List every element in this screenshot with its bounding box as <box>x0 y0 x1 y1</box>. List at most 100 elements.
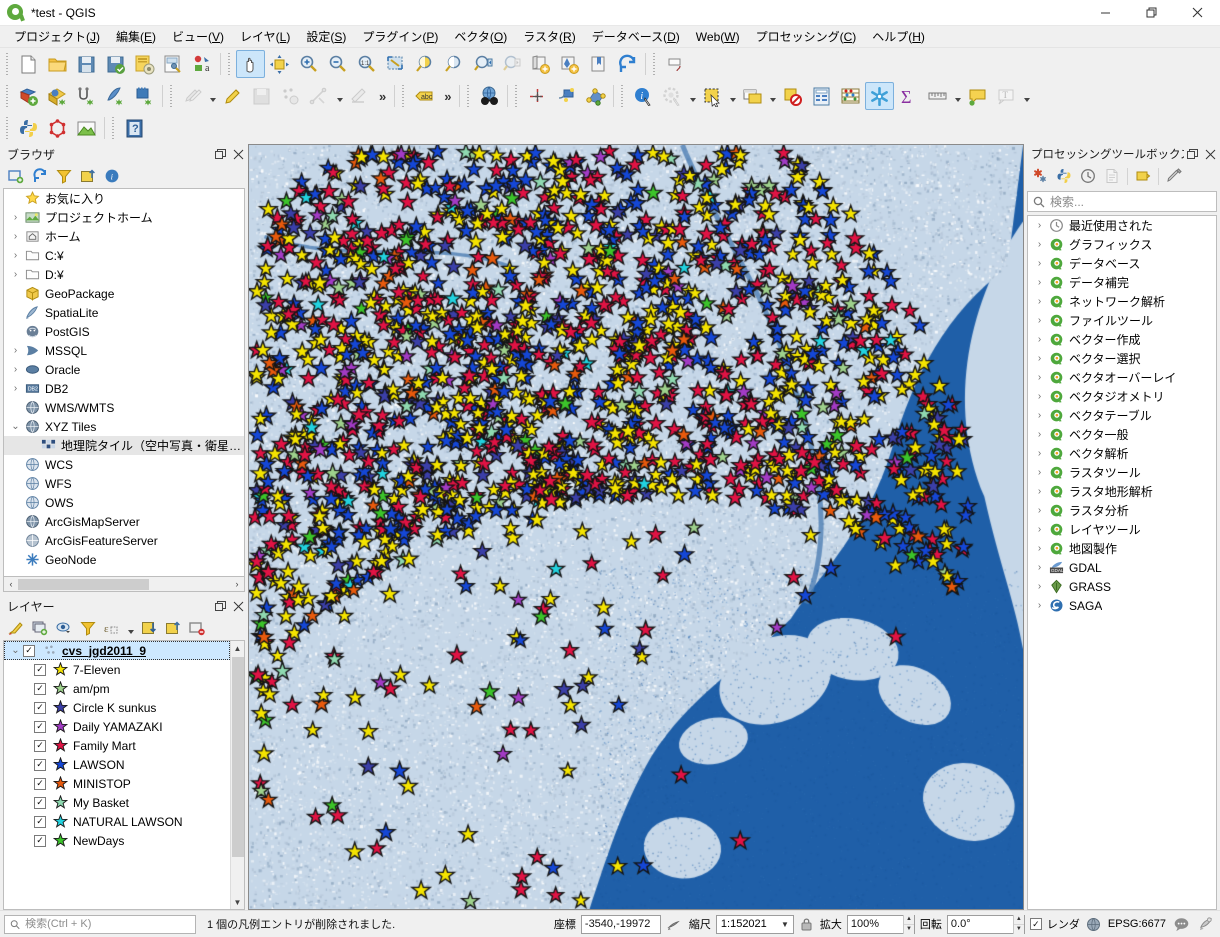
edit-features-in-place-icon[interactable] <box>1163 166 1185 187</box>
expander-icon[interactable]: › <box>1032 353 1047 364</box>
scale-combo[interactable]: 1:152021 ▼ <box>715 914 794 934</box>
toolbar-overflow-button[interactable]: » <box>439 89 456 104</box>
add-group-icon[interactable] <box>29 618 51 639</box>
browser-tree-item[interactable]: WCS <box>4 455 244 474</box>
measure-line-icon[interactable] <box>923 82 952 110</box>
menu-web[interactable]: Web(W) <box>688 28 748 46</box>
expander-icon[interactable]: › <box>1032 239 1047 250</box>
expander-icon[interactable]: › <box>1032 467 1047 478</box>
chevron-down-icon[interactable] <box>334 82 345 110</box>
legend-symbol-row[interactable]: ✓ am/pm <box>4 679 230 698</box>
processing-tree-item[interactable]: › データベース <box>1028 254 1216 273</box>
zoom-in-icon[interactable] <box>294 50 323 78</box>
models-icon[interactable] <box>1132 166 1154 187</box>
expander-icon[interactable]: › <box>8 345 23 356</box>
processing-tree-item[interactable]: › 地図製作 <box>1028 539 1216 558</box>
processing-tree-item[interactable]: › ラスタ分析 <box>1028 501 1216 520</box>
locator-search-input[interactable] <box>25 918 195 930</box>
new-print-layout-icon[interactable] <box>130 50 159 78</box>
menu-database[interactable]: データベース(D) <box>584 26 688 47</box>
expander-icon[interactable]: › <box>1032 524 1047 535</box>
legend-visibility-checkbox[interactable]: ✓ <box>34 701 46 714</box>
zoom-full-icon[interactable] <box>381 50 410 78</box>
toolbar-grip[interactable] <box>651 53 658 75</box>
sum-icon[interactable]: Σ <box>894 82 923 110</box>
coordinate-input[interactable] <box>584 918 657 930</box>
browser-tree-item[interactable]: GeoNode <box>4 550 244 569</box>
toolbar-overflow-button[interactable]: » <box>374 89 391 104</box>
legend-visibility-checkbox[interactable]: ✓ <box>34 720 46 733</box>
pan-to-selection-icon[interactable] <box>265 50 294 78</box>
menu-plugins[interactable]: プラグイン(P) <box>354 26 446 47</box>
expander-icon[interactable]: › <box>1032 334 1047 345</box>
processing-tree-item[interactable]: › グラフィックス <box>1028 235 1216 254</box>
expander-icon[interactable]: › <box>1032 410 1047 421</box>
plugin-profile-icon[interactable] <box>72 114 101 142</box>
chevron-down-icon[interactable]: ▼ <box>777 920 793 929</box>
plugin-status-icon[interactable] <box>1196 914 1216 934</box>
help-contents-icon[interactable]: ? <box>120 114 149 142</box>
browser-panel-float-button[interactable] <box>212 146 228 162</box>
browser-tree-item[interactable]: › MSSQL <box>4 341 244 360</box>
expander-icon[interactable]: › <box>1032 258 1047 269</box>
processing-tree-item[interactable]: › ベクター選択 <box>1028 349 1216 368</box>
expander-icon[interactable]: › <box>1032 562 1047 573</box>
processing-tree-item[interactable]: › ベクタテーブル <box>1028 406 1216 425</box>
refresh-icon[interactable] <box>29 166 51 187</box>
legend-visibility-checkbox[interactable]: ✓ <box>34 796 46 809</box>
python-console-icon[interactable] <box>14 114 43 142</box>
layers-tree[interactable]: ⌄ ✓ cvs_jgd2011_9 ✓ 7-Eleven ✓ am/pm ✓ Circle K … <box>3 640 245 910</box>
legend-visibility-checkbox[interactable]: ✓ <box>34 777 46 790</box>
browser-tree-item[interactable]: ArcGisMapServer <box>4 512 244 531</box>
browser-horizontal-scrollbar[interactable]: ‹ › <box>3 577 245 592</box>
legend-symbol-row[interactable]: ✓ LAWSON <box>4 755 230 774</box>
menu-settings[interactable]: 設定(S) <box>298 26 354 47</box>
browser-tree-item[interactable]: › ホーム <box>4 227 244 246</box>
toolbar-grip[interactable] <box>110 117 117 139</box>
locator-search-box[interactable] <box>4 914 196 934</box>
toolbar-grip[interactable] <box>619 85 627 107</box>
add-delimited-text-icon[interactable] <box>101 82 130 110</box>
chevron-down-icon[interactable] <box>207 82 218 110</box>
layers-panel-close-button[interactable] <box>230 598 246 614</box>
legend-visibility-checkbox[interactable]: ✓ <box>34 815 46 828</box>
expander-icon[interactable]: › <box>8 212 23 223</box>
layers-vertical-scrollbar[interactable]: ▲ ▼ <box>230 641 244 909</box>
processing-toolbox-icon[interactable] <box>865 82 895 110</box>
expander-icon[interactable]: › <box>1032 448 1047 459</box>
multi-edit-icon[interactable] <box>345 82 374 110</box>
current-edits-icon[interactable] <box>178 82 207 110</box>
filter-legend-expression-icon[interactable]: ε <box>101 618 123 639</box>
processing-tree-item[interactable]: › ベクター作成 <box>1028 330 1216 349</box>
results-viewer-icon[interactable] <box>1101 166 1123 187</box>
browser-tree-item[interactable]: お気に入り <box>4 189 244 208</box>
zoom-to-layer-icon[interactable] <box>439 50 468 78</box>
processing-tree-item[interactable]: › データ補完 <box>1028 273 1216 292</box>
browser-tree-item[interactable]: OWS <box>4 493 244 512</box>
minimize-button[interactable] <box>1082 0 1128 26</box>
browser-tree-item[interactable]: › C:¥ <box>4 246 244 265</box>
open-project-icon[interactable] <box>43 50 72 78</box>
coordinate-field[interactable] <box>580 914 661 934</box>
toolbar-grip[interactable] <box>513 85 521 107</box>
map-tips-icon[interactable] <box>963 82 992 110</box>
menu-layer[interactable]: レイヤ(L) <box>232 26 298 47</box>
processing-tree-item[interactable]: › GRASS <box>1028 577 1216 596</box>
statistical-summary-icon[interactable] <box>836 82 865 110</box>
zoom-next-icon[interactable] <box>497 50 526 78</box>
expander-icon[interactable]: › <box>1032 600 1047 611</box>
processing-tree-item[interactable]: › ベクタ一般 <box>1028 425 1216 444</box>
zoom-native-icon[interactable]: 1:1 <box>352 50 381 78</box>
browser-tree-item[interactable]: WFS <box>4 474 244 493</box>
new-bookmark-icon[interactable] <box>584 50 613 78</box>
save-project-as-icon[interactable] <box>101 50 130 78</box>
manage-visibility-icon[interactable] <box>53 618 75 639</box>
expander-icon[interactable]: › <box>1032 505 1047 516</box>
rotation-field[interactable]: ▲▼ <box>946 914 1025 934</box>
render-checkbox[interactable]: ✓ <box>1029 918 1042 930</box>
browser-tree-item[interactable]: 地理院タイル（空中写真・衛星画像） <box>4 436 244 455</box>
add-feature-icon[interactable] <box>276 82 305 110</box>
select-by-expression-icon[interactable] <box>581 82 610 110</box>
save-layer-edits-icon[interactable] <box>247 82 276 110</box>
crs-label[interactable]: EPSG:6677 <box>1108 918 1166 930</box>
